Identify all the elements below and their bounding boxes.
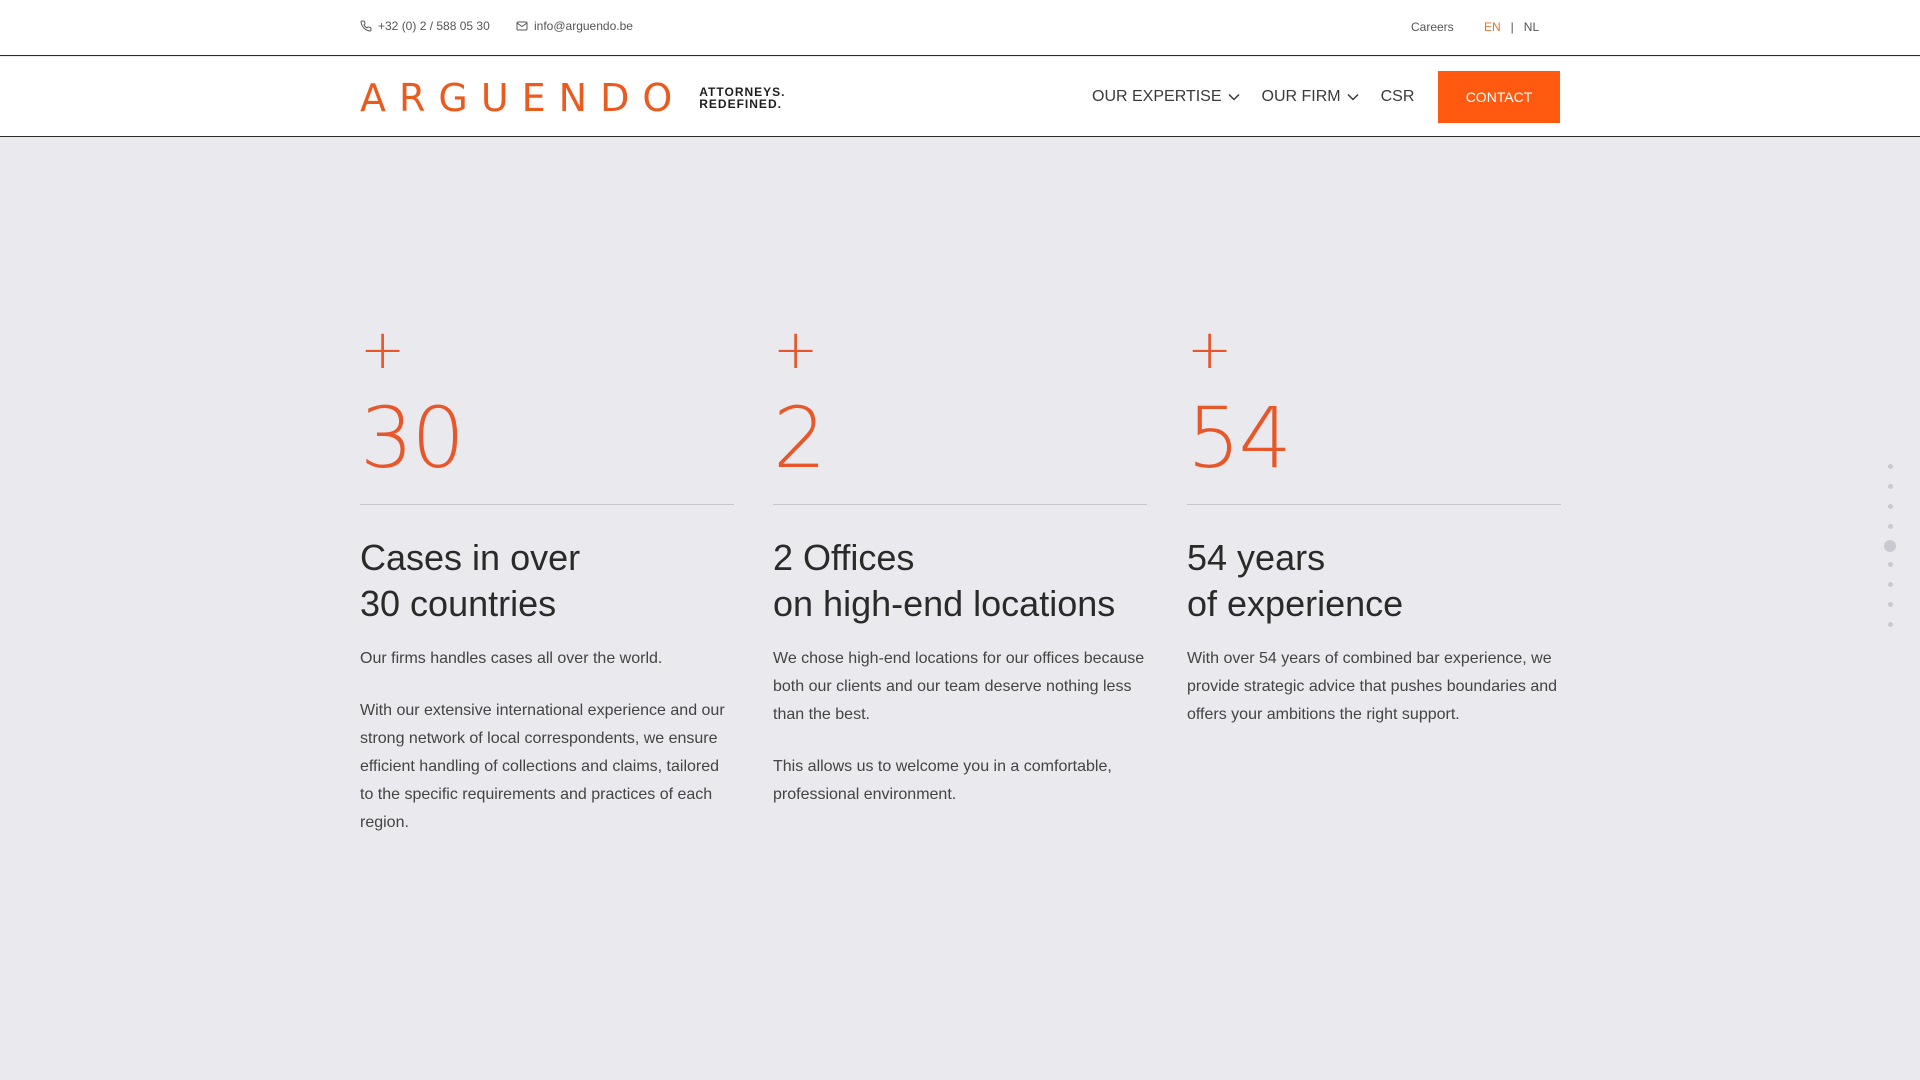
stat-title: 2 Offices on high-end locations: [773, 535, 1147, 627]
stat-paragraph: With over 54 years of combined bar exper…: [1187, 650, 1558, 723]
slide-dot[interactable]: [1887, 562, 1893, 567]
stat-paragraph: This allows us to welcome you in a comfo…: [773, 758, 1112, 803]
phone-icon: [360, 20, 372, 32]
slide-dot[interactable]: [1887, 622, 1893, 627]
slide-dot[interactable]: [1887, 582, 1893, 587]
slide-dot[interactable]: [1887, 484, 1893, 489]
stat-title-line1: 2 Offices: [773, 537, 915, 578]
phone-number: +32 (0) 2 / 588 05 30: [378, 19, 490, 33]
main-header: ARGUENDO ATTORNEYS. REDEFINED. OUR EXPER…: [0, 57, 1920, 137]
stat-column-offices: + 2 2 Offices on high-end locations We c…: [773, 318, 1147, 809]
nav-our-expertise-label: OUR EXPERTISE: [1092, 88, 1222, 105]
logo-tagline: ATTORNEYS. REDEFINED.: [699, 86, 785, 110]
email-link[interactable]: info@arguendo.be: [516, 19, 633, 33]
plus-icon: +: [773, 318, 819, 381]
slide-pagination: [1884, 457, 1896, 635]
divider: [1187, 504, 1561, 505]
stat-title: Cases in over 30 countries: [360, 535, 734, 627]
slide-dot[interactable]: [1887, 504, 1893, 509]
top-utility-bar: +32 (0) 2 / 588 05 30 info@arguendo.be C…: [0, 0, 1920, 56]
plus-icon: +: [360, 318, 406, 381]
envelope-icon: [516, 21, 528, 31]
language-switcher: EN | NL: [1484, 20, 1539, 34]
logo-wordmark: ARGUENDO: [360, 76, 686, 120]
stat-number: 30: [360, 389, 465, 487]
chevron-down-icon: [1227, 93, 1240, 101]
stat-title-line1: 54 years: [1187, 537, 1326, 578]
lang-en[interactable]: EN: [1484, 20, 1501, 34]
stat-paragraph: Our firms handles cases all over the wor…: [360, 650, 663, 667]
phone-link[interactable]: +32 (0) 2 / 588 05 30: [360, 19, 490, 33]
stat-title-line2: on high-end locations: [773, 583, 1116, 624]
chevron-down-icon: [1347, 93, 1359, 101]
slide-dot[interactable]: [1887, 524, 1893, 529]
lang-nl[interactable]: NL: [1524, 20, 1539, 34]
stat-paragraph: With our extensive international experie…: [360, 702, 725, 831]
stat-title: 54 years of experience: [1187, 535, 1561, 627]
contact-button[interactable]: CONTACT: [1438, 71, 1560, 123]
careers-link[interactable]: Careers: [1411, 20, 1454, 34]
email-address: info@arguendo.be: [534, 19, 633, 33]
stat-title-line2: 30 countries: [360, 583, 557, 624]
nav-our-firm-label: OUR FIRM: [1261, 88, 1341, 105]
stat-title-line2: of experience: [1187, 583, 1404, 624]
nav-csr[interactable]: CSR: [1381, 88, 1415, 106]
nav-csr-label: CSR: [1380, 88, 1415, 105]
logo-tagline-line2: REDEFINED.: [699, 97, 782, 111]
logo[interactable]: ARGUENDO ATTORNEYS. REDEFINED.: [360, 79, 786, 117]
slide-dot[interactable]: [1887, 464, 1893, 469]
nav-our-firm[interactable]: OUR FIRM: [1262, 88, 1359, 106]
slide-dot[interactable]: [1884, 540, 1896, 552]
stat-number: 2: [773, 389, 826, 487]
divider: [773, 504, 1147, 505]
stat-column-experience: + 54 54 years of experience With over 54…: [1187, 318, 1561, 729]
stat-number: 54: [1187, 389, 1292, 487]
stat-paragraph: We chose high-end locations for our offi…: [773, 650, 1145, 723]
primary-nav: OUR EXPERTISE OUR FIRM CSR: [1092, 57, 1436, 137]
plus-icon: +: [1187, 318, 1233, 381]
stat-title-line1: Cases in over: [360, 537, 581, 578]
slide-dot[interactable]: [1887, 602, 1893, 607]
stat-column-countries: + 30 Cases in over 30 countries Our firm…: [360, 318, 734, 837]
lang-separator: |: [1510, 20, 1514, 34]
divider: [360, 504, 734, 505]
nav-our-expertise[interactable]: OUR EXPERTISE: [1092, 88, 1240, 106]
